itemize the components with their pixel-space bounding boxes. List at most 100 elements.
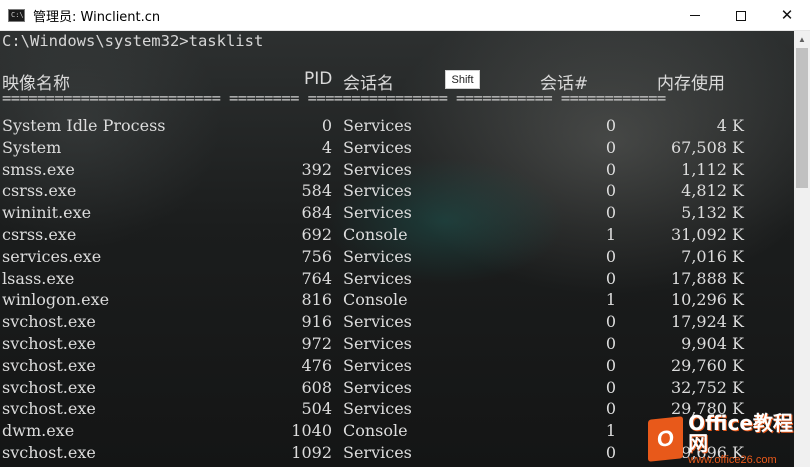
vertical-scrollbar[interactable]: ▲: [794, 31, 810, 467]
process-name: System Idle Process: [2, 116, 166, 135]
process-memory: 17,888 K: [670, 268, 744, 288]
process-session-number: 0: [605, 159, 616, 179]
process-session-name: Services: [343, 399, 412, 419]
process-pid: 0: [321, 116, 332, 135]
process-session-name: Console: [343, 224, 408, 244]
process-session-number: 0: [605, 333, 616, 353]
process-memory: 4,812 K: [681, 181, 744, 201]
process-row: svchost.exe 608 Services 0 32,752 K: [0, 378, 794, 400]
process-name: dwm.exe: [2, 421, 75, 441]
window-controls: ✕: [672, 0, 810, 31]
process-name: csrss.exe: [2, 181, 77, 201]
process-session-number: 0: [605, 246, 616, 266]
process-pid: 972: [301, 333, 332, 353]
process-name: csrss.exe: [2, 224, 77, 244]
window-title: 管理员: Winclient.cn: [33, 9, 161, 25]
process-session-number: 0: [605, 312, 616, 332]
scroll-thumb[interactable]: [796, 48, 808, 188]
process-row: csrss.exe 584 Services 0 4,812 K: [0, 181, 794, 203]
console-icon-glyph: C:\: [11, 10, 24, 19]
header-pid: PID: [304, 69, 333, 89]
process-name: svchost.exe: [2, 312, 96, 332]
process-name: smss.exe: [2, 159, 75, 179]
watermark-text: Office教程网 www.office26.com: [688, 413, 810, 466]
process-pid: 608: [301, 377, 332, 397]
process-session-name: Services: [343, 377, 412, 397]
process-session-number: 0: [605, 442, 616, 462]
process-memory: 5,132 K: [681, 203, 744, 223]
process-pid: 392: [301, 159, 332, 179]
process-row: System 4 Services 0 67,508 K: [0, 138, 794, 160]
process-session-number: 0: [605, 355, 616, 375]
process-memory: 1,112 K: [681, 159, 744, 179]
command-prompt: C:\Windows\system32>tasklist: [2, 32, 264, 50]
office-logo-icon: O: [648, 416, 684, 462]
maximize-button[interactable]: [718, 0, 764, 31]
process-memory: 9,904 K: [681, 333, 744, 353]
process-memory: 4 K: [716, 116, 744, 135]
process-session-name: Services: [343, 246, 412, 266]
process-memory: 67,508 K: [670, 137, 744, 157]
process-session-number: 0: [605, 377, 616, 397]
header-memory-usage: 内存使用: [657, 74, 725, 94]
title-bar: C:\ 管理员: Winclient.cn ✕: [0, 0, 810, 31]
watermark-title: Office教程网: [688, 410, 793, 455]
process-session-name: Console: [343, 421, 408, 441]
process-session-number: 1: [605, 290, 616, 310]
process-session-name: Services: [343, 203, 412, 223]
process-session-name: Services: [343, 312, 412, 332]
process-pid: 692: [301, 224, 332, 244]
process-name: svchost.exe: [2, 333, 96, 353]
watermark-url: www.office26.com: [688, 453, 777, 466]
process-row: wininit.exe 684 Services 0 5,132 K: [0, 203, 794, 225]
process-row: svchost.exe 972 Services 0 9,904 K: [0, 334, 794, 356]
office-logo-letter: O: [657, 425, 675, 452]
process-memory: 32,752 K: [670, 377, 744, 397]
process-pid: 476: [301, 355, 332, 375]
close-button[interactable]: ✕: [764, 0, 810, 31]
watermark: O Office教程网 www.office26.com: [648, 413, 810, 465]
process-row: services.exe 756 Services 0 7,016 K: [0, 247, 794, 269]
process-session-name: Services: [343, 181, 412, 201]
minimize-button[interactable]: [672, 0, 718, 31]
process-row: svchost.exe 916 Services 0 17,924 K: [0, 312, 794, 334]
process-pid: 1040: [291, 421, 332, 441]
maximize-icon: [736, 10, 746, 21]
process-session-name: Services: [343, 116, 412, 135]
process-pid: 584: [301, 181, 332, 201]
process-session-name: Console: [343, 290, 408, 310]
process-pid: 764: [301, 268, 332, 288]
process-row: winlogon.exe 816 Console 1 10,296 K: [0, 290, 794, 312]
process-memory: 7,016 K: [681, 246, 744, 266]
process-session-number: 0: [605, 116, 616, 135]
process-session-number: 0: [605, 399, 616, 419]
process-pid: 684: [301, 203, 332, 223]
process-row: System Idle Process 0 Services 0 4 K: [0, 116, 794, 138]
process-session-number: 0: [605, 137, 616, 157]
process-memory: 31,092 K: [670, 224, 744, 244]
console-output[interactable]: C:\Windows\system32>tasklist 映像名称 PID 会话…: [0, 31, 794, 467]
process-session-name: Services: [343, 355, 412, 375]
process-table: System Idle Process 0 Services 0 4 K System 4 S…: [0, 116, 794, 465]
process-pid: 504: [301, 399, 332, 419]
process-name: services.exe: [2, 246, 102, 266]
scroll-up-arrow-icon[interactable]: ▲: [794, 31, 810, 48]
process-session-name: Services: [343, 137, 412, 157]
header-separator: ========================= ======== =====…: [2, 89, 666, 107]
process-pid: 916: [301, 312, 332, 332]
process-session-name: Services: [343, 268, 412, 288]
process-name: wininit.exe: [2, 203, 92, 223]
console-icon[interactable]: C:\: [8, 8, 25, 22]
process-session-name: Services: [343, 333, 412, 353]
process-row: lsass.exe 764 Services 0 17,888 K: [0, 269, 794, 291]
process-name: winlogon.exe: [2, 290, 110, 310]
close-icon: ✕: [780, 6, 794, 24]
process-row: svchost.exe 476 Services 0 29,760 K: [0, 356, 794, 378]
process-name: svchost.exe: [2, 399, 96, 419]
minimize-icon: [690, 15, 700, 16]
process-session-number: 1: [605, 421, 616, 441]
process-pid: 816: [301, 290, 332, 310]
process-name: lsass.exe: [2, 268, 75, 288]
process-session-number: 0: [605, 203, 616, 223]
process-memory: 10,296 K: [670, 290, 744, 310]
